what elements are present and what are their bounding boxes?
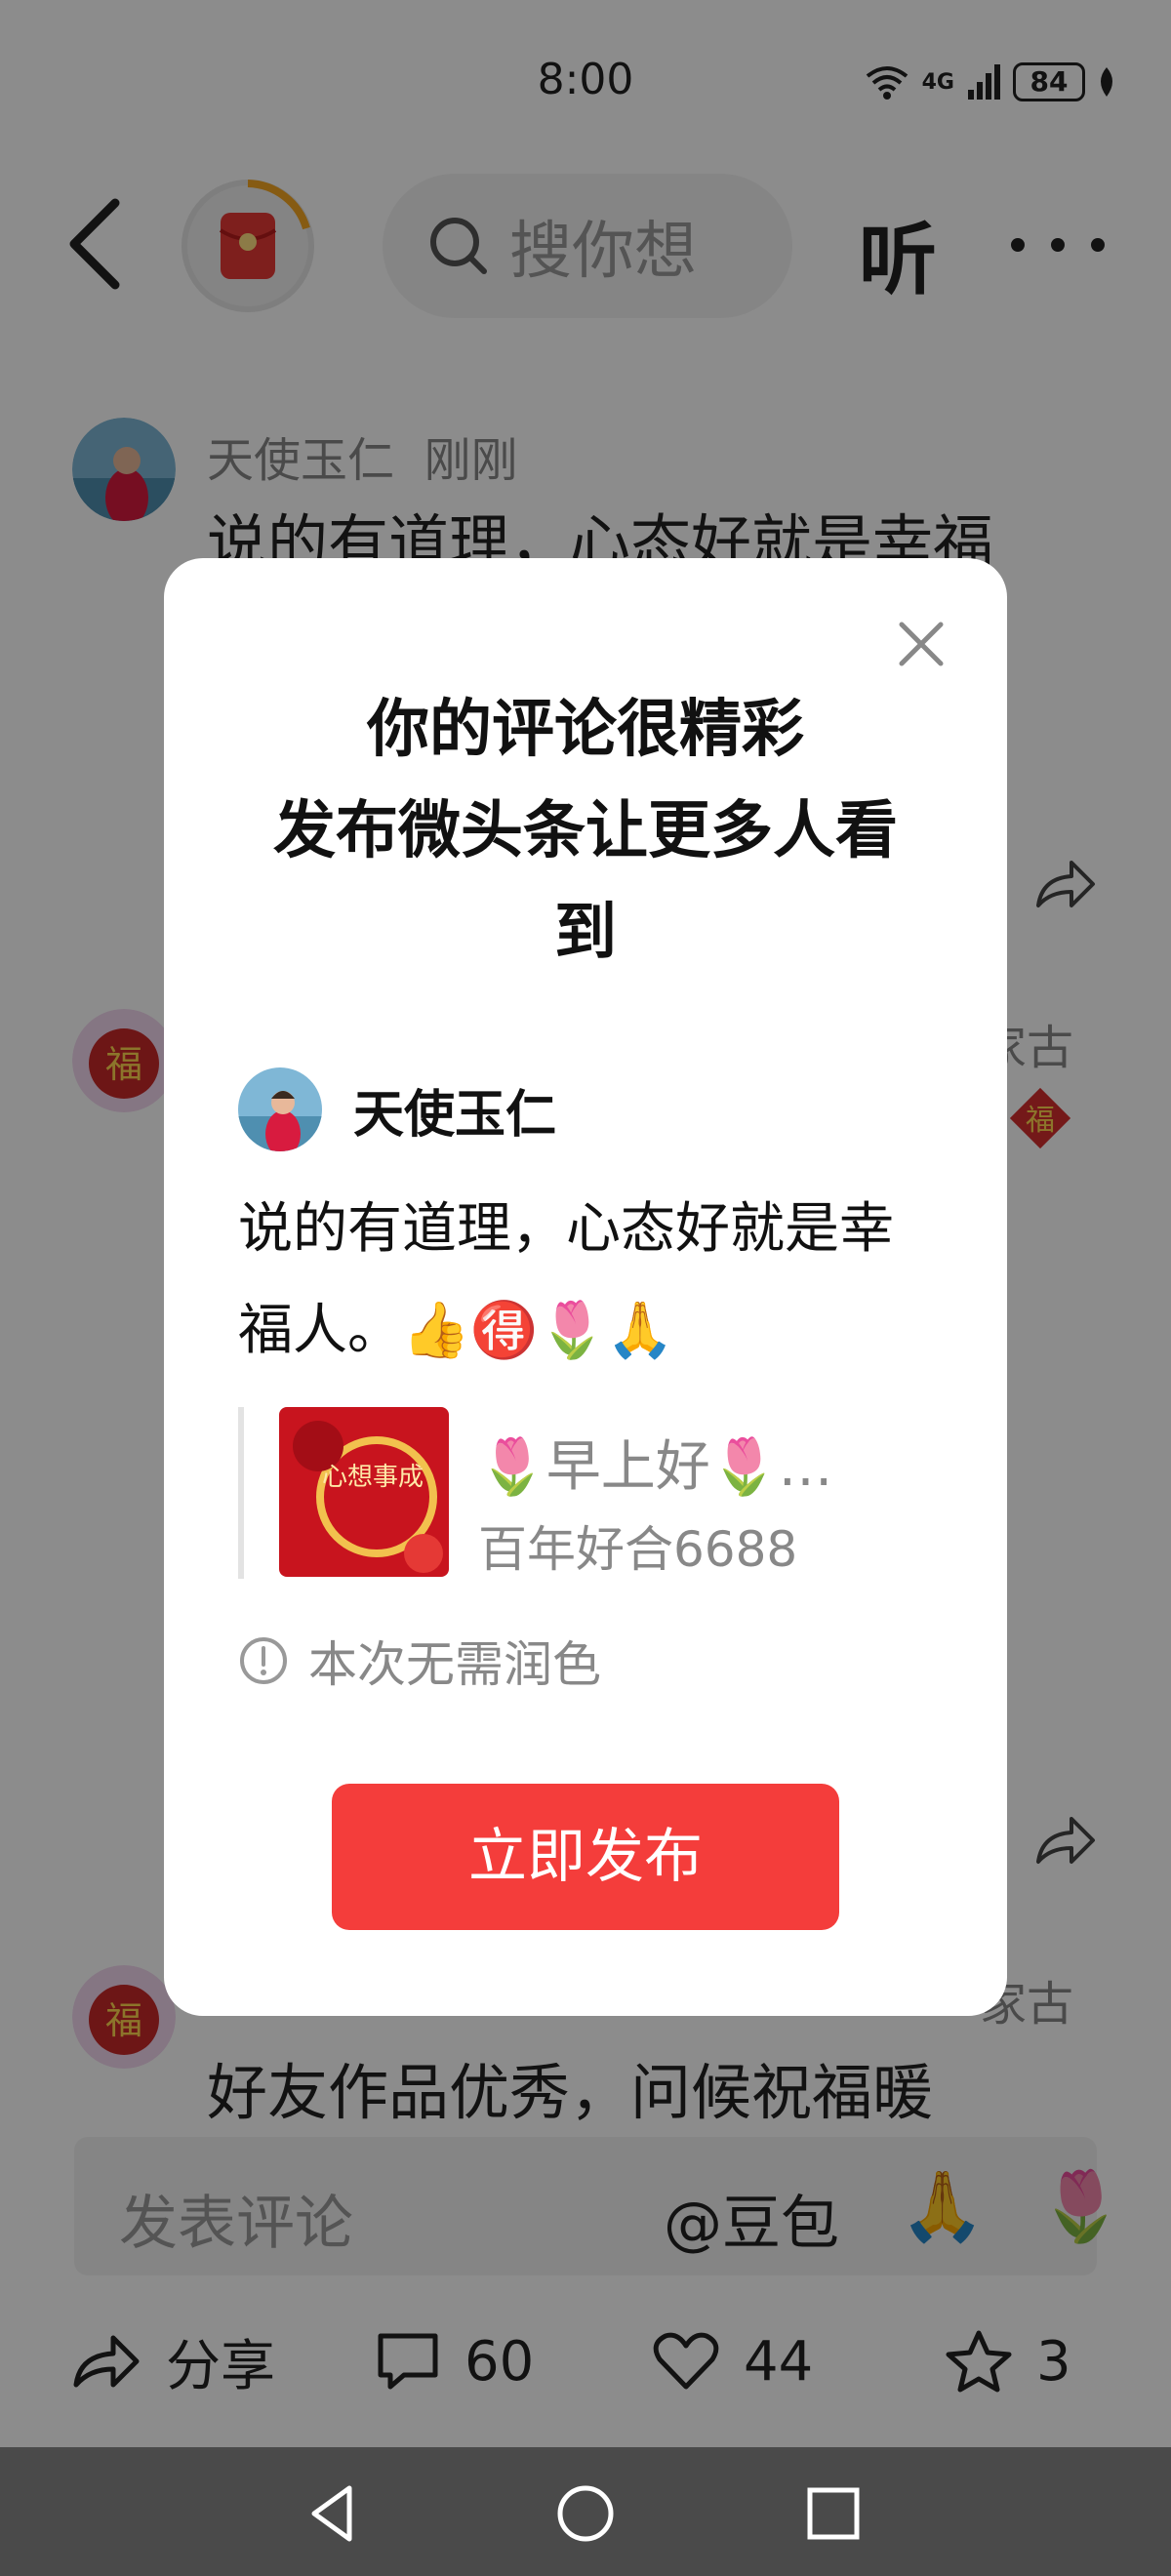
close-icon[interactable] [894, 617, 949, 671]
avatar [238, 1067, 322, 1151]
polish-notice: 本次无需润色 [238, 1628, 601, 1694]
system-nav-bar [0, 2447, 1171, 2576]
post-author-name: 天使玉仁 [353, 1085, 557, 1145]
quoted-article[interactable]: 心想事成 🌷早上好🌷… 百年好合6688 [238, 1407, 941, 1579]
nav-home-icon[interactable] [554, 2482, 617, 2545]
quote-title: 🌷早上好🌷… [478, 1435, 833, 1499]
dialog-title-line: 发布微头条让更多人看 [273, 795, 898, 867]
article-thumbnail: 心想事成 [279, 1407, 449, 1577]
publish-dialog: 你的评论很精彩 发布微头条让更多人看 到 天使玉仁 说的有道理，心态好就是幸福人… [164, 558, 1007, 2016]
polish-notice-text: 本次无需润色 [308, 1636, 601, 1693]
dialog-title-line: 你的评论很精彩 [367, 694, 804, 766]
post-author: 天使玉仁 [238, 1067, 556, 1151]
post-text: 说的有道理，心态好就是幸福人。👍🉐🌷🙏 [238, 1197, 894, 1362]
publish-button[interactable]: 立即发布 [332, 1784, 839, 1930]
quote-source: 百年好合6688 [478, 1521, 798, 1578]
dialog-title-line: 到 [554, 897, 617, 969]
nav-back-icon[interactable] [304, 2482, 367, 2545]
thumbnail-text: 心想事成 [322, 1463, 424, 1492]
nav-recents-icon[interactable] [802, 2482, 865, 2545]
dialog-title: 你的评论很精彩 发布微头条让更多人看 到 [222, 679, 949, 984]
info-icon [240, 1637, 287, 1684]
